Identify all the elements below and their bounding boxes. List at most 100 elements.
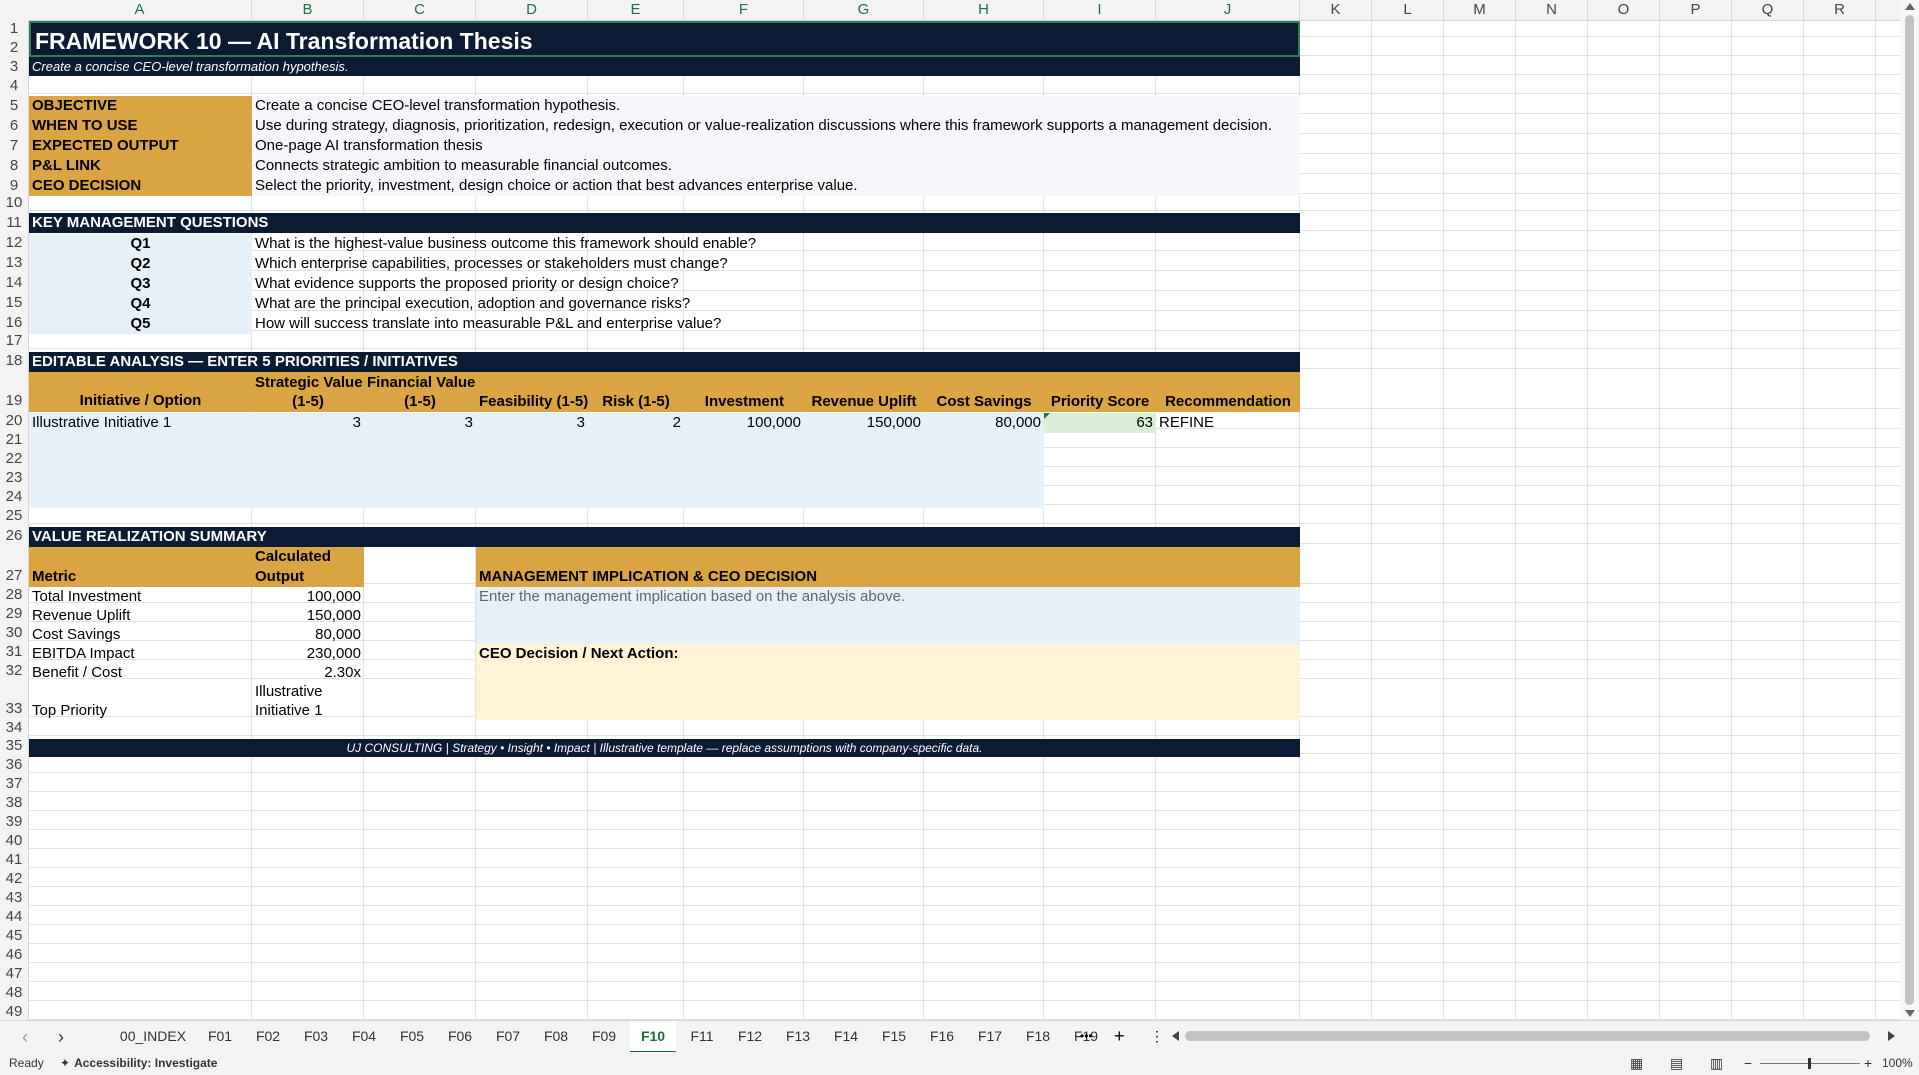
value-header[interactable]: VALUE REALIZATION SUMMARY: [29, 527, 1300, 547]
row-header[interactable]: 21: [0, 429, 28, 448]
initiative-name[interactable]: Illustrative Initiative 1: [29, 413, 252, 433]
row-header[interactable]: 14: [0, 271, 28, 291]
investment[interactable]: 100,000: [684, 413, 804, 433]
col-initiative[interactable]: Initiative / Option: [29, 372, 252, 412]
tab-options-icon[interactable]: ⋮: [1150, 1021, 1164, 1051]
column-header[interactable]: C: [364, 0, 476, 20]
question-text[interactable]: Which enterprise capabilities, processes…: [252, 254, 1300, 274]
column-header[interactable]: H: [924, 0, 1044, 20]
row-header[interactable]: 12: [0, 231, 28, 251]
horizontal-scroll-thumb[interactable]: [1185, 1031, 1870, 1041]
row-header[interactable]: 17: [0, 331, 28, 349]
row-header[interactable]: 25: [0, 505, 28, 524]
sheet-tab[interactable]: F06: [438, 1021, 482, 1051]
row-header[interactable]: 48: [0, 982, 28, 1001]
sheet-tab[interactable]: F16: [920, 1021, 964, 1051]
metric-value[interactable]: 150,000: [252, 606, 364, 625]
spreadsheet-grid[interactable]: ABCDEFGHIJKLMNOPQR 1 2 3 4 5 6 7 8 9 10 11 12 13 14 15…: [0, 0, 1919, 1020]
top-priority-value[interactable]: Illustrative Initiative 1: [252, 682, 364, 720]
column-header[interactable]: F: [684, 0, 804, 20]
sheet-tab[interactable]: F12: [728, 1021, 772, 1051]
row-header[interactable]: 13: [0, 251, 28, 271]
metric-name[interactable]: Benefit / Cost: [29, 663, 252, 682]
vertical-scrollbar[interactable]: [1900, 0, 1919, 1020]
sheet-tab[interactable]: F05: [390, 1021, 434, 1051]
feasibility[interactable]: 3: [476, 413, 588, 433]
question-text[interactable]: What evidence supports the proposed prio…: [252, 274, 1300, 294]
hscroll-right-icon[interactable]: [1888, 1031, 1895, 1041]
row-header[interactable]: 32: [0, 660, 28, 679]
row-header[interactable]: 42: [0, 868, 28, 887]
row-header[interactable]: 22: [0, 448, 28, 467]
column-header[interactable]: R: [1804, 0, 1876, 20]
sheet-tab[interactable]: F03: [294, 1021, 338, 1051]
sheet-tab[interactable]: F13: [776, 1021, 820, 1051]
column-header[interactable]: L: [1372, 0, 1444, 20]
label-pl-link[interactable]: P&L LINK: [29, 156, 252, 176]
output-header[interactable]: Calculated Output: [252, 547, 364, 587]
column-header[interactable]: J: [1156, 0, 1300, 20]
row-header[interactable]: 7: [0, 134, 28, 154]
value-when-to-use[interactable]: Use during strategy, diagnosis, prioriti…: [252, 116, 1300, 136]
row-header[interactable]: 28: [0, 584, 28, 603]
recommendation[interactable]: REFINE: [1156, 413, 1300, 433]
questions-header[interactable]: KEY MANAGEMENT QUESTIONS: [29, 213, 1300, 233]
sheet-tab[interactable]: F08: [534, 1021, 578, 1051]
metric-name[interactable]: Cost Savings: [29, 625, 252, 644]
page-break-view-icon[interactable]: ▥: [1710, 1052, 1723, 1075]
metric-value[interactable]: 230,000: [252, 644, 364, 663]
row-header[interactable]: 5: [0, 94, 28, 114]
metric-name[interactable]: Revenue Uplift: [29, 606, 252, 625]
question-text[interactable]: How will success translate into measurab…: [252, 314, 1300, 334]
row-header[interactable]: 1: [0, 20, 28, 37]
value-objective[interactable]: Create a concise CEO-level transformatio…: [252, 96, 1300, 116]
column-header[interactable]: M: [1444, 0, 1516, 20]
metric-header[interactable]: Metric: [29, 547, 252, 587]
column-header[interactable]: A: [28, 0, 252, 20]
column-header[interactable]: B: [252, 0, 364, 20]
risk[interactable]: 2: [588, 413, 684, 433]
column-header[interactable]: P: [1660, 0, 1732, 20]
column-header[interactable]: D: [476, 0, 588, 20]
sheet-tab[interactable]: F01: [198, 1021, 242, 1051]
question-id[interactable]: Q5: [29, 314, 252, 334]
row-header[interactable]: 38: [0, 792, 28, 811]
value-pl-link[interactable]: Connects strategic ambition to measurabl…: [252, 156, 1300, 176]
sheet-tab[interactable]: F14: [824, 1021, 868, 1051]
sheet-tab[interactable]: F11: [680, 1021, 724, 1051]
row-header[interactable]: 6: [0, 114, 28, 134]
subtitle-cell[interactable]: Create a concise CEO-level transformatio…: [29, 57, 1300, 76]
row-header[interactable]: 15: [0, 291, 28, 311]
row-header[interactable]: 18: [0, 349, 28, 369]
column-header[interactable]: E: [588, 0, 684, 20]
row-header[interactable]: 40: [0, 830, 28, 849]
sheet-tab[interactable]: F04: [342, 1021, 386, 1051]
row-header[interactable]: 8: [0, 154, 28, 174]
row-header[interactable]: 39: [0, 811, 28, 830]
column-header[interactable]: I: [1044, 0, 1156, 20]
col-cost-savings[interactable]: Cost Savings: [924, 372, 1044, 412]
vertical-scroll-thumb[interactable]: [1905, 15, 1914, 1005]
ceo-decision-input[interactable]: CEO Decision / Next Action:: [476, 644, 1300, 720]
col-risk[interactable]: Risk (1-5): [588, 372, 684, 412]
row-header[interactable]: 49: [0, 1001, 28, 1020]
row-header[interactable]: 35: [0, 736, 28, 754]
row-header[interactable]: 26: [0, 524, 28, 544]
row-header[interactable]: 47: [0, 963, 28, 982]
row-header[interactable]: 11: [0, 211, 28, 231]
sheet-tab[interactable]: F07: [486, 1021, 530, 1051]
label-when-to-use[interactable]: WHEN TO USE: [29, 116, 252, 136]
row-header[interactable]: 31: [0, 641, 28, 660]
value-ceo-decision[interactable]: Select the priority, investment, design …: [252, 176, 1300, 196]
implication-input[interactable]: Enter the management implication based o…: [476, 587, 1300, 644]
sheet-tab[interactable]: F10: [630, 1021, 676, 1054]
sheet-tab[interactable]: 00_INDEX: [112, 1021, 194, 1051]
hscroll-left-icon[interactable]: [1172, 1031, 1179, 1041]
zoom-out-icon[interactable]: −: [1744, 1052, 1752, 1075]
question-id[interactable]: Q4: [29, 294, 252, 314]
row-header[interactable]: 29: [0, 603, 28, 622]
row-header[interactable]: 3: [0, 56, 28, 75]
row-header[interactable]: 37: [0, 773, 28, 792]
zoom-level[interactable]: 100%: [1882, 1052, 1913, 1075]
row-header[interactable]: 10: [0, 194, 28, 211]
